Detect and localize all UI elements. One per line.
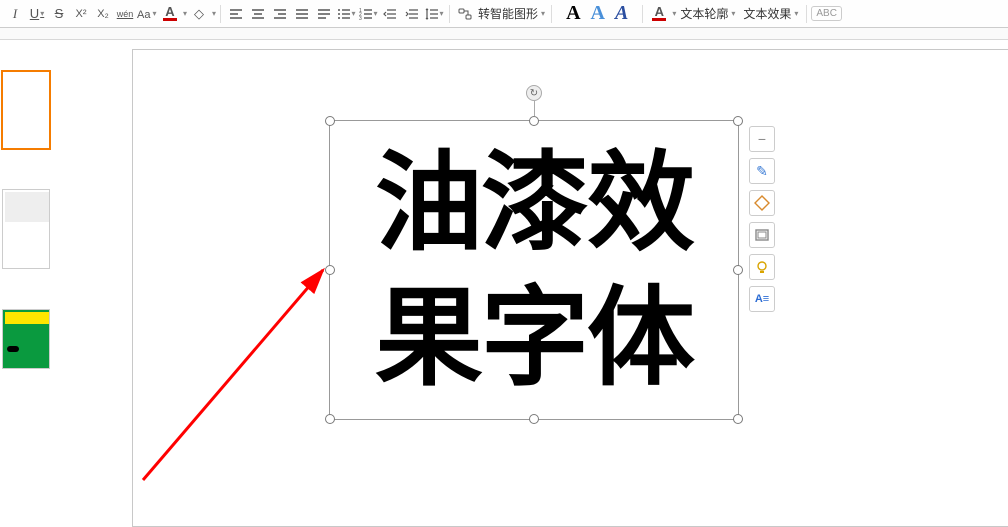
align-left-button[interactable] bbox=[225, 3, 247, 25]
case-icon: Aa bbox=[137, 7, 151, 21]
resize-handle-mr[interactable] bbox=[733, 265, 743, 275]
highlight-icon: ◇ bbox=[194, 8, 204, 20]
align-distribute-button[interactable] bbox=[313, 3, 335, 25]
design-idea-button[interactable] bbox=[749, 254, 775, 280]
slide[interactable]: ↻ 油漆效果字体 − ✎ bbox=[132, 49, 1008, 527]
superscript-button[interactable]: X² bbox=[70, 3, 92, 25]
textbox-content[interactable]: 油漆效果字体 bbox=[330, 121, 738, 419]
align-right-button[interactable] bbox=[269, 3, 291, 25]
paragraph-group: ▾ 123▾ ▾ bbox=[225, 3, 445, 25]
svg-text:Aa: Aa bbox=[137, 9, 151, 21]
text-effect-button[interactable]: 文本效果 ▾ bbox=[739, 5, 802, 22]
align-center-button[interactable] bbox=[247, 3, 269, 25]
line-spacing-button[interactable]: ▾ bbox=[423, 3, 445, 25]
separator bbox=[449, 5, 450, 23]
shape-icon bbox=[754, 195, 770, 211]
text-outline-button[interactable]: 文本轮廓 ▾ bbox=[676, 5, 739, 22]
chevron-down-icon: ▾ bbox=[794, 9, 798, 18]
format-pane-icon: A≡ bbox=[755, 293, 769, 305]
chevron-down-icon: ▾ bbox=[352, 9, 356, 18]
underline-button[interactable]: U▾ bbox=[26, 3, 48, 25]
slide-thumbnail-2[interactable] bbox=[2, 189, 50, 269]
chevron-down-icon: ▾ bbox=[731, 9, 735, 18]
resize-handle-br[interactable] bbox=[733, 414, 743, 424]
collapse-button[interactable]: − bbox=[749, 126, 775, 152]
resize-handle-tm[interactable] bbox=[529, 116, 539, 126]
smartshape-button[interactable]: 转智能图形 ▾ bbox=[476, 5, 547, 22]
resize-handle-tr[interactable] bbox=[733, 116, 743, 126]
subscript-button[interactable]: X₂ bbox=[92, 3, 114, 25]
spellcheck-button[interactable]: ABC bbox=[811, 6, 842, 21]
text-effect-label: 文本效果 bbox=[743, 5, 791, 22]
text-style-gallery: A A A bbox=[556, 2, 638, 25]
rotate-handle[interactable]: ↻ bbox=[526, 85, 542, 101]
resize-handle-tl[interactable] bbox=[325, 116, 335, 126]
font-color-letter: A bbox=[165, 6, 174, 18]
resize-handle-ml[interactable] bbox=[325, 265, 335, 275]
separator bbox=[642, 5, 643, 23]
chevron-down-icon: ▾ bbox=[440, 9, 444, 18]
lightbulb-icon bbox=[754, 259, 770, 275]
number-list-button[interactable]: 123▾ bbox=[357, 3, 379, 25]
floating-context-toolbar: − ✎ A≡ bbox=[749, 126, 775, 312]
style-sample-1[interactable]: A bbox=[566, 2, 580, 25]
strikethrough-button[interactable]: S bbox=[48, 3, 70, 25]
font-style-group: I U▾ S X² X₂ wén Aa ▾ A ▾ ◇ ▾ bbox=[4, 3, 216, 25]
separator bbox=[806, 5, 807, 23]
slide-thumbnail-1[interactable] bbox=[2, 71, 50, 149]
picture-frame-button[interactable] bbox=[749, 222, 775, 248]
ribbon-shadow bbox=[0, 28, 1008, 40]
text-outline-group: A ▾ 文本轮廓 ▾ 文本效果 ▾ bbox=[647, 3, 802, 25]
chevron-down-icon: ▾ bbox=[374, 9, 378, 18]
chevron-down-icon: ▾ bbox=[541, 9, 545, 18]
pinyin-button[interactable]: wén bbox=[114, 3, 136, 25]
italic-button[interactable]: I bbox=[4, 3, 26, 25]
text-fill-bar bbox=[652, 18, 666, 21]
textbox-selected[interactable]: ↻ 油漆效果字体 bbox=[329, 120, 739, 420]
text-outline-label: 文本轮廓 bbox=[680, 5, 728, 22]
underline-label: U bbox=[30, 6, 39, 21]
svg-text:3: 3 bbox=[359, 16, 362, 21]
format-pane-button[interactable]: A≡ bbox=[749, 286, 775, 312]
rotate-stem bbox=[534, 101, 535, 116]
format-painter-button[interactable]: ✎ bbox=[749, 158, 775, 184]
slide-thumbnail-panel bbox=[0, 41, 62, 521]
smartshape-group: 转智能图形 ▾ bbox=[454, 3, 547, 25]
bullet-list-button[interactable]: ▾ bbox=[335, 3, 357, 25]
resize-handle-bm[interactable] bbox=[529, 414, 539, 424]
font-color-button[interactable]: A bbox=[158, 3, 182, 25]
resize-handle-bl[interactable] bbox=[325, 414, 335, 424]
decrease-indent-button[interactable] bbox=[379, 3, 401, 25]
chevron-down-icon: ▾ bbox=[152, 9, 156, 18]
text-fill-button[interactable]: A bbox=[647, 3, 671, 25]
style-sample-2[interactable]: A bbox=[591, 2, 605, 25]
workspace: ↻ 油漆效果字体 − ✎ bbox=[0, 41, 1008, 521]
separator bbox=[551, 5, 552, 23]
change-shape-button[interactable] bbox=[749, 190, 775, 216]
highlight-button[interactable]: ◇ bbox=[187, 3, 211, 25]
chevron-down-icon: ▾ bbox=[40, 9, 44, 18]
format-toolbar: I U▾ S X² X₂ wén Aa ▾ A ▾ ◇ ▾ ▾ 123▾ ▾ bbox=[0, 0, 1008, 28]
separator bbox=[220, 5, 221, 23]
chevron-down-icon[interactable]: ▾ bbox=[212, 9, 216, 18]
smartshape-label-text: 转智能图形 bbox=[478, 5, 538, 22]
slide-canvas-area[interactable]: ↻ 油漆效果字体 − ✎ bbox=[62, 41, 1008, 521]
text-fill-letter: A bbox=[655, 6, 664, 18]
slide-thumbnail-3[interactable] bbox=[2, 309, 50, 369]
font-color-bar bbox=[163, 18, 177, 21]
align-justify-button[interactable] bbox=[291, 3, 313, 25]
frame-icon bbox=[754, 227, 770, 243]
increase-indent-button[interactable] bbox=[401, 3, 423, 25]
style-sample-3[interactable]: A bbox=[615, 2, 628, 25]
smartshape-icon-button[interactable] bbox=[454, 3, 476, 25]
smartshape-icon bbox=[458, 7, 472, 21]
change-case-button[interactable]: Aa ▾ bbox=[136, 3, 158, 25]
